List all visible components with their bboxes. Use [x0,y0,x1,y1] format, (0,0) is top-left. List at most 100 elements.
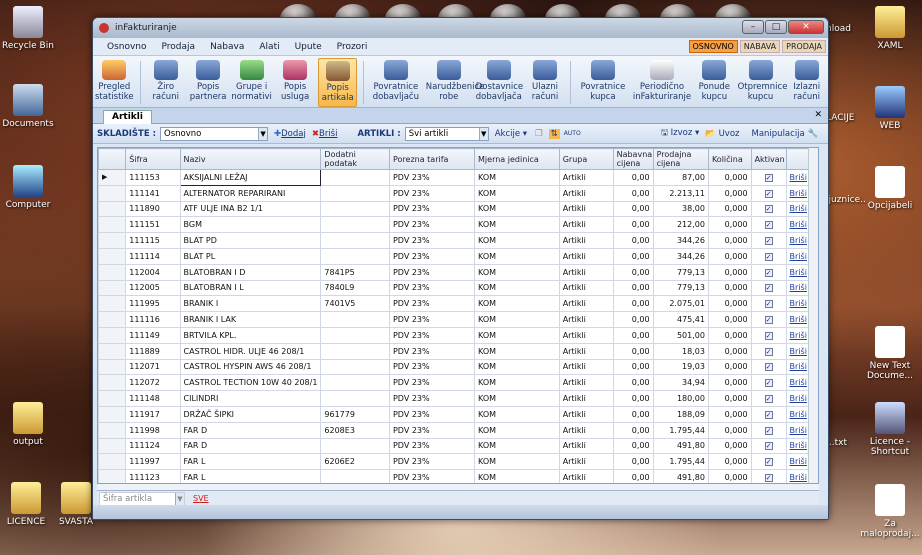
cell-porezna-tarifa[interactable]: PDV 23% [388,200,476,218]
table-row[interactable]: 111141 ALTERNATOR REPARIRANI PDV 23% KOM Art… [98,184,818,202]
cell-sifra[interactable]: 111114 [125,247,181,265]
ribbon-ulazni-racuni[interactable]: Ulazni računi [526,58,564,107]
row-indicator[interactable] [98,247,127,265]
col-naziv[interactable]: Naziv [179,148,322,170]
cell-porezna-tarifa[interactable]: PDV 23% [388,263,476,281]
cell-prodajna-cijena[interactable]: 491,80 [652,437,709,455]
cell-grupa[interactable]: Artikli [558,421,614,439]
cell-porezna-tarifa[interactable]: PDV 23% [388,469,476,483]
ribbon-grupe-normativi[interactable]: Grupe i normativi [231,58,272,107]
cell-mjerna-jedinica[interactable]: KOM [474,232,560,249]
cell-porezna-tarifa[interactable]: PDV 23% [388,390,476,407]
cell-porezna-tarifa[interactable]: PDV 23% [388,216,476,234]
cell-sifra[interactable]: 111997 [125,453,181,471]
row-indicator[interactable] [98,358,127,376]
cell-kolicina[interactable]: 0,000 [707,169,752,186]
row-brisi-link[interactable]: Briši [790,410,807,419]
row-indicator[interactable] [98,232,127,249]
cell-dodatni-podatak[interactable] [320,469,390,483]
table-row[interactable]: 111997 FAR L 6206E2 PDV 23% KOM Artikli 0,00 1.… [98,453,818,471]
row-brisi-link[interactable]: Briši [790,283,807,292]
cell-naziv[interactable]: CASTROL HIDR. ULJE 46 208/1 [179,342,322,360]
cell-kolicina[interactable]: 0,000 [707,295,752,313]
aktivan-checkbox[interactable]: ✓ [764,379,773,388]
cell-naziv[interactable]: ALTERNATOR REPARIRANI [179,184,322,202]
cell-porezna-tarifa[interactable]: PDV 23% [388,326,476,344]
maximize-button[interactable]: □ [765,20,787,34]
cell-naziv[interactable]: BRANIK I [179,295,322,313]
cell-nabavna-cijena[interactable]: 0,00 [612,326,654,344]
cell-porezna-tarifa[interactable]: PDV 23% [388,437,476,455]
cell-sifra[interactable]: 111917 [125,405,181,423]
row-indicator[interactable] [98,374,127,392]
aktivan-checkbox[interactable]: ✓ [764,252,773,261]
cell-grupa[interactable]: Artikli [558,326,614,344]
table-row[interactable]: 112071 CASTROL HYSPIN AWS 46 208/1 PDV 23%… [98,358,818,376]
akcije-dropdown[interactable]: Akcije ▾ [495,129,527,139]
table-row[interactable]: 112004 BLATOBRAN I D 7841P5 PDV 23% KOM Artik… [98,263,818,281]
artikli-select[interactable]: Svi artikli ▼ [404,126,489,141]
cell-nabavna-cijena[interactable]: 0,00 [612,311,654,328]
cell-prodajna-cijena[interactable]: 779,13 [652,263,709,281]
cell-nabavna-cijena[interactable]: 0,00 [612,469,654,483]
cell-nabavna-cijena[interactable]: 0,00 [612,295,654,313]
row-indicator[interactable] [98,184,127,202]
cell-naziv[interactable]: BLAT PL [179,247,322,265]
table-row[interactable]: 111890 ATF ULJE INA B2 1/1 PDV 23% KOM Artik… [98,200,818,218]
cell-kolicina[interactable]: 0,000 [707,453,752,471]
cell-dodatni-podatak[interactable] [320,216,390,234]
ribbon-popis-artikala[interactable]: Popis artikala [318,58,358,107]
row-brisi-link[interactable]: Briši [790,299,807,308]
row-brisi-link[interactable]: Briši [790,220,807,229]
col-kolicina[interactable]: Količina [707,148,752,170]
tab-artikli[interactable]: Artikli [103,110,152,124]
cell-nabavna-cijena[interactable]: 0,00 [612,263,654,281]
cell-naziv[interactable]: CILINDRI [179,390,322,407]
cell-sifra[interactable]: 111115 [125,232,181,249]
desktop-icon-web[interactable]: WEB [858,86,922,131]
cell-porezna-tarifa[interactable]: PDV 23% [388,374,476,392]
cell-dodatni-podatak[interactable] [320,390,390,407]
cell-kolicina[interactable]: 0,000 [707,247,752,265]
cell-prodajna-cijena[interactable]: 2.213,11 [652,184,709,202]
cell-dodatni-podatak[interactable]: 961779 [320,405,390,423]
aktivan-checkbox[interactable]: ✓ [764,474,773,483]
table-row[interactable]: 111917 DRŽAČ ŠIPKI 961779 PDV 23% KOM Artikli… [98,405,818,423]
cell-kolicina[interactable]: 0,000 [707,405,752,423]
dodaj-button[interactable]: ✚Dodaj [274,129,306,139]
cell-porezna-tarifa[interactable]: PDV 23% [388,184,476,202]
cell-naziv[interactable]: DRŽAČ ŠIPKI [179,405,322,423]
cell-sifra[interactable]: 111889 [125,342,181,360]
cell-dodatni-podatak[interactable] [320,247,390,265]
cell-mjerna-jedinica[interactable]: KOM [474,390,560,407]
cell-prodajna-cijena[interactable]: 501,00 [652,326,709,344]
desktop-icon-za-maloprodaju[interactable]: Za maloprodaj... [858,484,922,539]
row-brisi-link[interactable]: Briši [790,236,807,245]
cell-prodajna-cijena[interactable]: 87,00 [652,169,709,186]
row-indicator[interactable] [98,326,127,344]
menu-prozori[interactable]: Prozori [337,42,368,52]
table-row[interactable]: 112072 CASTROL TECTION 10W 40 208/1 PDV 23… [98,374,818,392]
row-indicator[interactable] [98,216,127,234]
row-indicator[interactable] [98,279,127,297]
cell-nabavna-cijena[interactable]: 0,00 [612,232,654,249]
row-indicator[interactable] [98,200,127,218]
cell-grupa[interactable]: Artikli [558,263,614,281]
table-row[interactable]: 112005 BLATOBRAN I L 7840L9 PDV 23% KOM Artik… [98,279,818,297]
cell-nabavna-cijena[interactable]: 0,00 [612,279,654,297]
cell-naziv[interactable]: CASTROL HYSPIN AWS 46 208/1 [179,358,322,376]
row-indicator[interactable] [98,437,127,455]
ribbon-popis-usluga[interactable]: Popis usluga [276,58,314,107]
cell-prodajna-cijena[interactable]: 18,03 [652,342,709,360]
ribbon-otpremnice-kupcu[interactable]: Otpremnice kupcu [738,58,787,107]
cell-grupa[interactable]: Artikli [558,247,614,265]
desktop-icon-opcijabeli[interactable]: Opcijabeli [858,166,922,211]
cell-prodajna-cijena[interactable]: 2.075,01 [652,295,709,313]
cell-mjerna-jedinica[interactable]: KOM [474,358,560,376]
auto-size-button[interactable]: AUTO [564,130,581,137]
row-indicator[interactable] [98,405,127,423]
row-brisi-link[interactable]: Briši [790,252,807,261]
cell-dodatni-podatak[interactable]: 7401V5 [320,295,390,313]
table-row[interactable]: 111123 FAR L PDV 23% KOM Artikli 0,00 491,80 0,… [98,469,818,483]
aktivan-checkbox[interactable]: ✓ [764,458,773,467]
